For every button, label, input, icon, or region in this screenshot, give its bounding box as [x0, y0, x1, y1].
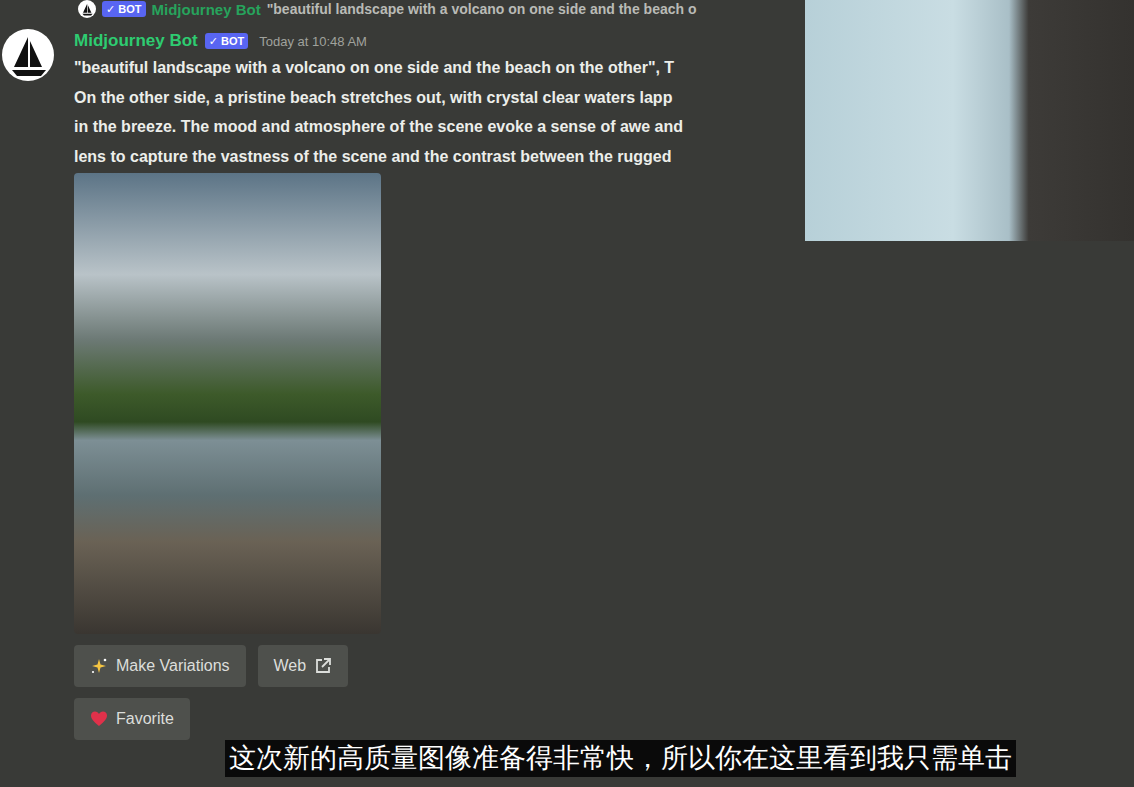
sparkle-icon	[90, 657, 108, 675]
timestamp: Today at 10:48 AM	[259, 34, 367, 49]
text-line: in the breeze. The mood and atmosphere o…	[74, 112, 805, 142]
reply-preview[interactable]: ✓ BOT Midjourney Bot "beautiful landscape …	[0, 0, 805, 18]
external-link-icon	[314, 657, 332, 675]
sailboat-icon	[80, 2, 94, 16]
text-line: "beautiful landscape with a volcano on o…	[74, 53, 805, 83]
action-button[interactable]: Web	[258, 645, 349, 687]
reply-avatar	[78, 0, 96, 18]
author-name[interactable]: Midjourney Bot	[74, 31, 198, 51]
action-button[interactable]: Favorite	[74, 698, 190, 740]
video-subtitle: 这次新的高质量图像准备得非常快，所以你在这里看到我只需单击	[225, 740, 1016, 777]
bot-avatar[interactable]	[2, 29, 54, 81]
text-line: On the other side, a pristine beach stre…	[74, 83, 805, 113]
text-line: lens to capture the vastness of the scen…	[74, 142, 805, 172]
generated-image[interactable]	[74, 173, 381, 634]
message-text: "beautiful landscape with a volcano on o…	[74, 53, 805, 171]
bot-badge: ✓ BOT	[102, 1, 146, 17]
webcam-video	[805, 0, 1134, 241]
heart-icon	[90, 710, 108, 728]
bot-badge: ✓ BOT	[205, 33, 249, 49]
action-button[interactable]: Make Variations	[74, 645, 246, 687]
sailboat-icon	[4, 31, 52, 79]
reply-author[interactable]: Midjourney Bot	[152, 1, 261, 18]
reply-text[interactable]: "beautiful landscape with a volcano on o…	[267, 1, 697, 17]
